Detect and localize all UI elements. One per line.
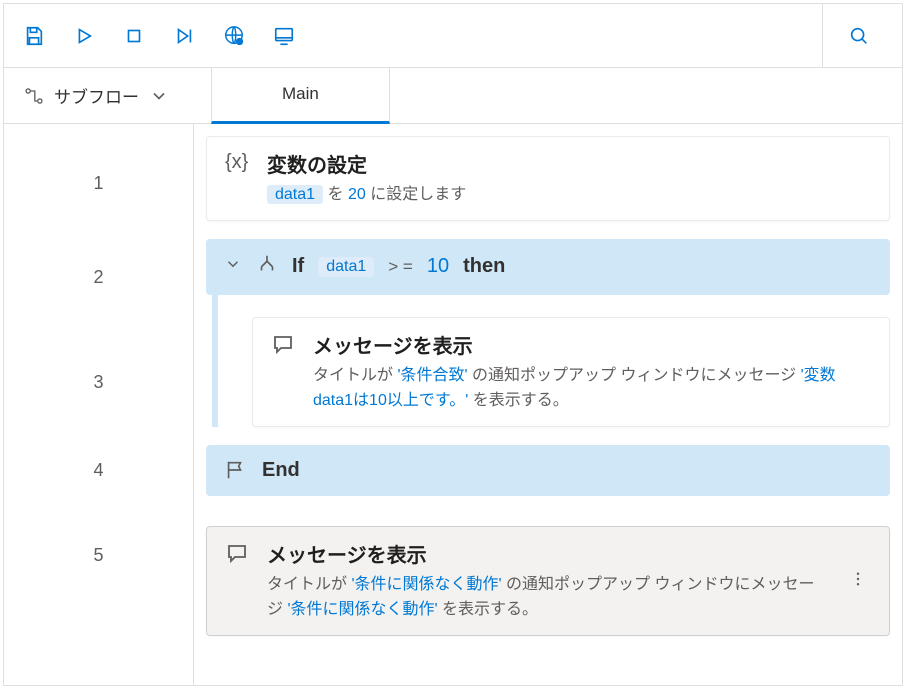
- action-description: タイトルが '条件合致' の通知ポップアップ ウィンドウにメッセージ '変数da…: [313, 363, 871, 414]
- line-number: 4: [4, 440, 193, 500]
- action-display-message[interactable]: メッセージを表示 タイトルが '条件合致' の通知ポップアップ ウィンドウにメッ…: [252, 317, 890, 427]
- more-vertical-icon: [849, 570, 867, 588]
- toolbar: [4, 4, 902, 68]
- run-button[interactable]: [62, 14, 106, 58]
- message-icon: [271, 332, 295, 356]
- step-icon: [173, 25, 195, 47]
- end-label: End: [262, 459, 300, 482]
- web-recorder-button[interactable]: [212, 14, 256, 58]
- stop-icon: [123, 25, 145, 47]
- tab-main[interactable]: Main: [211, 68, 390, 124]
- if-body: メッセージを表示 タイトルが '条件合致' の通知ポップアップ ウィンドウにメッ…: [212, 295, 890, 427]
- chevron-down-icon: [149, 86, 169, 106]
- action-title: メッセージを表示: [267, 539, 827, 568]
- action-if[interactable]: If data1 > = 10 then: [206, 239, 890, 295]
- line-number: 1: [4, 136, 193, 230]
- branch-icon: [256, 253, 278, 281]
- step-button[interactable]: [162, 14, 206, 58]
- monitor-icon: [273, 25, 295, 47]
- line-number: 2: [4, 230, 193, 324]
- variable-token: data1: [267, 185, 323, 204]
- operator: > =: [388, 257, 413, 277]
- search-icon: [848, 25, 870, 47]
- chevron-down-icon: [224, 255, 242, 273]
- variable-token: data1: [318, 257, 374, 277]
- action-end[interactable]: End: [206, 445, 890, 496]
- more-options-button[interactable]: [845, 566, 871, 595]
- action-display-message[interactable]: メッセージを表示 タイトルが '条件に関係なく動作' の通知ポップアップ ウィン…: [206, 526, 890, 636]
- if-keyword: If: [292, 255, 304, 278]
- subflow-icon: [24, 86, 44, 106]
- variable-icon: {x}: [225, 151, 249, 175]
- collapse-toggle[interactable]: [224, 255, 242, 279]
- workspace: 1 2 3 4 5 {x} 変数の設定 data1 を 20 に設定します: [4, 124, 902, 685]
- line-number: 3: [4, 324, 193, 440]
- action-description: data1 を 20 に設定します: [267, 182, 871, 208]
- desktop-recorder-button[interactable]: [262, 14, 306, 58]
- save-button[interactable]: [12, 14, 56, 58]
- subflows-label: サブフロー: [54, 83, 139, 108]
- save-icon: [23, 25, 45, 47]
- tab-bar: サブフロー Main: [4, 68, 902, 124]
- line-number: 5: [4, 500, 193, 610]
- message-icon: [225, 541, 249, 565]
- search-button[interactable]: [837, 14, 881, 58]
- line-gutter: 1 2 3 4 5: [4, 124, 194, 685]
- action-title: メッセージを表示: [313, 330, 871, 359]
- action-title: 変数の設定: [267, 149, 871, 178]
- play-icon: [73, 25, 95, 47]
- then-keyword: then: [463, 255, 505, 278]
- subflows-dropdown[interactable]: サブフロー: [24, 83, 169, 108]
- globe-icon: [223, 25, 245, 47]
- literal-value: 10: [427, 255, 449, 278]
- action-set-variable[interactable]: {x} 変数の設定 data1 を 20 に設定します: [206, 136, 890, 221]
- flag-icon: [224, 459, 246, 481]
- action-description: タイトルが '条件に関係なく動作' の通知ポップアップ ウィンドウにメッセージ …: [267, 572, 827, 623]
- stop-button[interactable]: [112, 14, 156, 58]
- flow-canvas: {x} 変数の設定 data1 を 20 に設定します If da: [194, 124, 902, 685]
